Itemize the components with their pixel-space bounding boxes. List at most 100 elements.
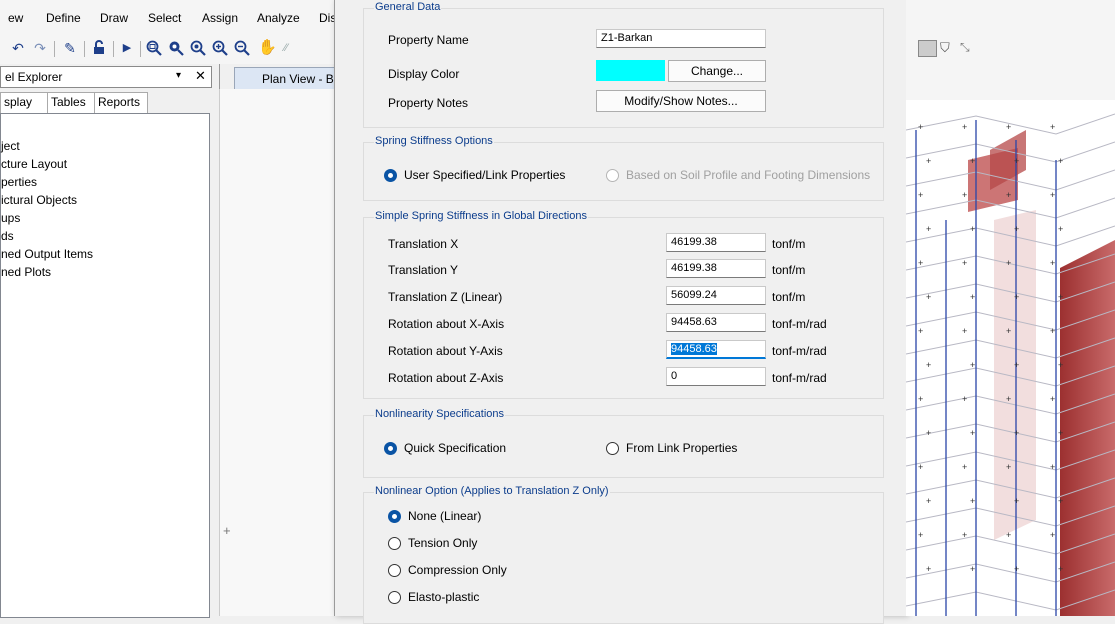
- svg-text:+: +: [1058, 292, 1063, 302]
- tab-display[interactable]: splay: [0, 92, 48, 113]
- svg-text:+: +: [918, 462, 923, 472]
- user-specified-radio[interactable]: [384, 169, 397, 182]
- rotate-icon[interactable]: ⤡: [960, 40, 970, 55]
- lock-icon[interactable]: [91, 40, 107, 56]
- menu-view[interactable]: ew: [8, 11, 23, 25]
- svg-text:+: +: [970, 496, 975, 506]
- tree-item-structure-layout[interactable]: cture Layout: [1, 157, 67, 171]
- menu-draw[interactable]: Draw: [100, 11, 128, 25]
- zoom-in-icon[interactable]: [168, 40, 184, 56]
- tab-plan-view[interactable]: Plan View - Ba: [234, 67, 341, 89]
- spring-stiffness-options-group: Spring Stiffness Options User Specified/…: [363, 135, 884, 201]
- tree-item-named-plots[interactable]: ned Plots: [1, 265, 51, 279]
- compression-only-radio[interactable]: [388, 564, 401, 577]
- zoom-fit-icon[interactable]: [212, 40, 228, 56]
- translation-y-unit: tonf/m: [772, 263, 806, 277]
- none-linear-label[interactable]: None (Linear): [408, 509, 481, 523]
- tree-item-project[interactable]: ject: [1, 139, 20, 153]
- translation-x-label: Translation X: [388, 237, 459, 251]
- line-tool-icon[interactable]: ⁄⁄: [278, 40, 294, 56]
- close-icon[interactable]: ✕: [195, 68, 206, 84]
- zoom-previous-icon[interactable]: [234, 40, 250, 56]
- soil-profile-label: Based on Soil Profile and Footing Dimens…: [626, 168, 871, 182]
- svg-text:+: +: [1050, 258, 1055, 268]
- spring-stiffness-group: Simple Spring Stiffness in Global Direct…: [363, 210, 884, 399]
- undo-icon[interactable]: ↶: [10, 40, 26, 56]
- svg-text:+: +: [926, 292, 931, 302]
- svg-text:+: +: [1058, 428, 1063, 438]
- svg-text:+: +: [918, 258, 923, 268]
- view-icon[interactable]: ⛉: [940, 40, 950, 56]
- svg-text:+: +: [1006, 462, 1011, 472]
- display-options-icon[interactable]: [918, 40, 937, 57]
- menu-select[interactable]: Select: [148, 11, 181, 25]
- tension-only-label[interactable]: Tension Only: [408, 536, 477, 550]
- display-color-label: Display Color: [388, 67, 460, 81]
- rotation-y-input[interactable]: 94458.63: [666, 340, 766, 359]
- user-specified-label[interactable]: User Specified/Link Properties: [404, 168, 565, 182]
- redo-icon[interactable]: ↷: [32, 40, 48, 56]
- svg-text:+: +: [1058, 224, 1063, 234]
- tension-only-radio[interactable]: [388, 537, 401, 550]
- translation-z-unit: tonf/m: [772, 290, 806, 304]
- pan-icon[interactable]: ✋: [258, 40, 277, 56]
- dropdown-arrow-icon[interactable]: ▾: [176, 70, 181, 81]
- svg-text:+: +: [1006, 326, 1011, 336]
- svg-text:+: +: [1050, 326, 1055, 336]
- translation-y-input[interactable]: 46199.38: [666, 259, 766, 278]
- elasto-plastic-radio[interactable]: [388, 591, 401, 604]
- from-link-properties-label[interactable]: From Link Properties: [626, 441, 737, 455]
- elasto-plastic-label[interactable]: Elasto-plastic: [408, 590, 479, 604]
- 3d-toolbar-strip: ⛉ ⤡: [906, 0, 1115, 100]
- property-name-input[interactable]: Z1-Barkan: [596, 29, 766, 48]
- svg-text:+: +: [926, 156, 931, 166]
- svg-text:+: +: [1058, 496, 1063, 506]
- tree-item-named-output-items[interactable]: ned Output Items: [1, 247, 93, 261]
- tab-tables[interactable]: Tables: [47, 92, 95, 113]
- display-color-swatch[interactable]: [596, 60, 665, 81]
- plan-view-tab-label: Plan View - Ba: [262, 72, 341, 86]
- nonlinearity-group: Nonlinearity Specifications Quick Specif…: [363, 408, 884, 478]
- translation-x-input[interactable]: 46199.38: [666, 233, 766, 252]
- svg-text:+: +: [918, 122, 923, 132]
- rotation-x-input[interactable]: 94458.63: [666, 313, 766, 332]
- menu-define[interactable]: Define: [46, 11, 81, 25]
- svg-text:+: +: [970, 156, 975, 166]
- run-icon[interactable]: ▶: [119, 40, 135, 56]
- rotation-z-input[interactable]: 0: [666, 367, 766, 386]
- svg-text:+: +: [970, 292, 975, 302]
- svg-text:+: +: [1014, 360, 1019, 370]
- 3d-model-view[interactable]: ⛉ ⤡ + + + + + + + + + + + + + + + + + + + + + + + + + + + + + + + + + + + +…: [906, 0, 1115, 616]
- svg-text:+: +: [970, 428, 975, 438]
- tree-item-loads[interactable]: ds: [1, 229, 14, 243]
- rotation-z-label: Rotation about Z-Axis: [388, 371, 504, 385]
- compression-only-label[interactable]: Compression Only: [408, 563, 507, 577]
- svg-text:+: +: [962, 394, 967, 404]
- quick-specification-label[interactable]: Quick Specification: [404, 441, 506, 455]
- pencil-icon[interactable]: ✎: [62, 40, 78, 56]
- svg-text:+: +: [1014, 224, 1019, 234]
- plan-view-canvas[interactable]: [219, 89, 335, 616]
- from-link-properties-radio[interactable]: [606, 442, 619, 455]
- modify-show-notes-button[interactable]: Modify/Show Notes...: [596, 90, 766, 112]
- translation-z-input[interactable]: 56099.24: [666, 286, 766, 305]
- tree-item-properties[interactable]: perties: [1, 175, 37, 189]
- tab-reports[interactable]: Reports: [94, 92, 148, 113]
- zoom-out-icon[interactable]: [190, 40, 206, 56]
- change-color-button[interactable]: Change...: [668, 60, 766, 82]
- building-3d-model: + + + + + + + + + + + + + + + + + + + + + + + + + + + + + + + + + + + + + + + +…: [906, 113, 1115, 616]
- tree-item-structural-objects[interactable]: ictural Objects: [1, 193, 77, 207]
- svg-text:+: +: [1058, 360, 1063, 370]
- quick-specification-radio[interactable]: [384, 442, 397, 455]
- rotation-y-selected-text: 94458.63: [671, 343, 717, 355]
- menu-analyze[interactable]: Analyze: [257, 11, 300, 25]
- svg-text:+: +: [1006, 258, 1011, 268]
- tree-item-groups[interactable]: ups: [1, 211, 20, 225]
- svg-text:+: +: [1058, 156, 1063, 166]
- zoom-window-icon[interactable]: [146, 40, 162, 56]
- menu-assign[interactable]: Assign: [202, 11, 238, 25]
- svg-text:+: +: [1006, 122, 1011, 132]
- translation-y-label: Translation Y: [388, 263, 459, 277]
- explorer-header: el Explorer ▾ ✕: [0, 66, 212, 88]
- none-linear-radio[interactable]: [388, 510, 401, 523]
